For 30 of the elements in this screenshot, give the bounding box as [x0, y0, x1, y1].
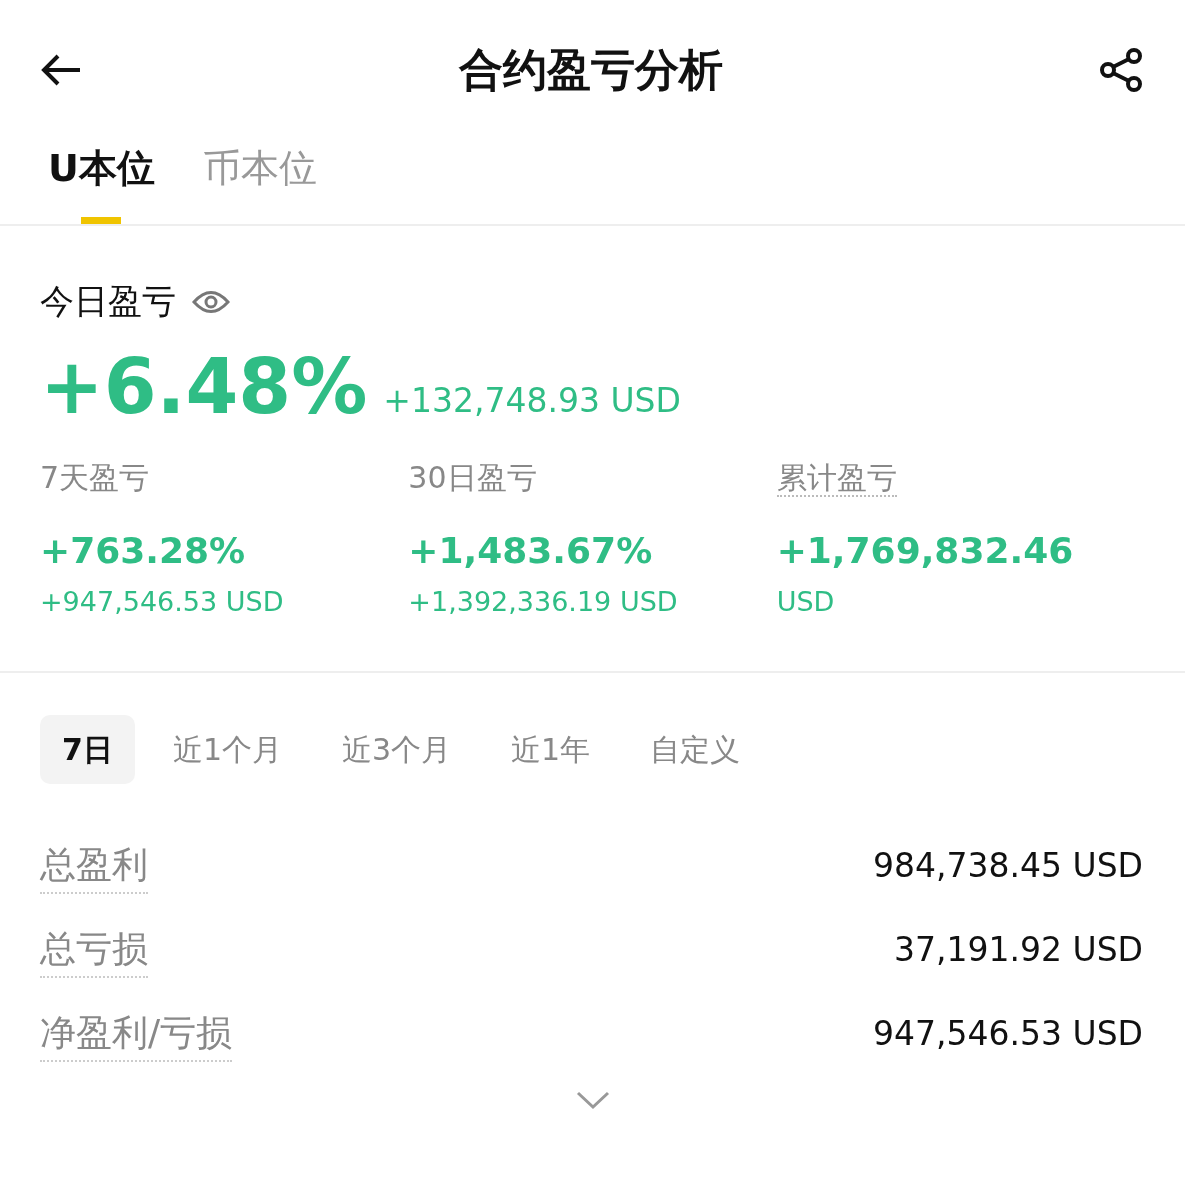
- back-arrow-icon[interactable]: [40, 54, 82, 86]
- period-tab[interactable]: 7日: [40, 714, 135, 784]
- period-tab[interactable]: 近1个月: [150, 714, 304, 784]
- tab[interactable]: U本位: [48, 140, 155, 224]
- today-amount: +132,748.93 USD: [383, 379, 681, 422]
- row-value: 984,738.45 USD: [873, 844, 1143, 887]
- row-value: 947,546.53 USD: [873, 1012, 1143, 1055]
- eye-icon[interactable]: [192, 288, 230, 315]
- row-value: 37,191.92 USD: [894, 928, 1143, 971]
- row-label: 总盈利: [40, 837, 148, 894]
- period-tab[interactable]: 自定义: [628, 714, 763, 784]
- today-label: 今日盈亏: [40, 280, 176, 323]
- stat-amount: +1,392,336.19 USD: [408, 585, 678, 619]
- stat-amount: USD: [776, 585, 835, 619]
- stat-amount: +947,546.53 USD: [40, 585, 284, 619]
- stat-label: 累计盈亏: [776, 460, 897, 497]
- period-tab[interactable]: 近1年: [489, 714, 613, 784]
- chevron-down-icon[interactable]: [575, 1089, 610, 1110]
- row-label: 净盈利/亏损: [40, 1005, 233, 1062]
- stat-value: +1,483.67%: [408, 529, 653, 573]
- stat-label: 30日盈亏: [408, 460, 537, 495]
- period-tab[interactable]: 近3个月: [319, 714, 474, 784]
- today-percent: +6.48%: [40, 349, 368, 425]
- page-title: 合约盈亏分析: [458, 43, 723, 97]
- stat-value: +1,769,832.46: [776, 529, 1074, 573]
- share-icon[interactable]: [1099, 47, 1145, 93]
- stat-value: +763.28%: [40, 529, 246, 573]
- stat-label: 7天盈亏: [40, 460, 150, 495]
- row-label: 总亏损: [40, 921, 148, 978]
- tab[interactable]: 币本位: [202, 140, 317, 224]
